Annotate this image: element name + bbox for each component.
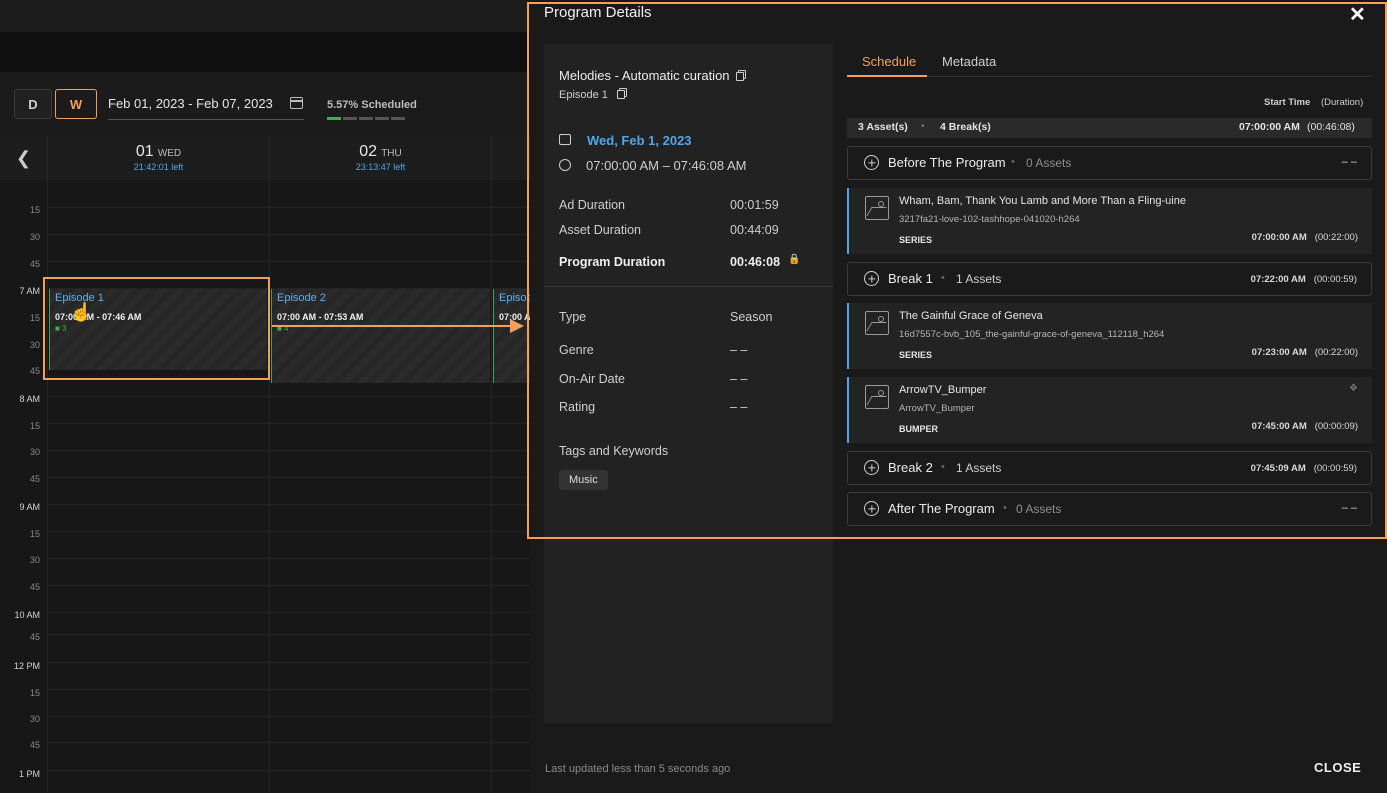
time-label: 9 AM — [19, 502, 40, 512]
annotation-arrow — [272, 325, 512, 327]
close-button[interactable]: CLOSE — [1314, 760, 1361, 775]
time-label: 10 AM — [14, 610, 40, 620]
view-week-button[interactable]: W — [55, 89, 97, 119]
view-day-button[interactable]: D — [14, 89, 52, 119]
highlight-box — [527, 2, 1387, 539]
day-header-fri — [492, 136, 530, 180]
time-label: 15 — [29, 688, 40, 698]
progress-segment — [375, 117, 389, 120]
date-range-underline — [108, 119, 304, 120]
time-label: 30 — [29, 555, 40, 565]
scheduled-percent: 5.57% Scheduled — [327, 99, 417, 111]
grid-line — [48, 742, 530, 743]
day-header-wed: 01 WED 21:42:01 left — [48, 136, 270, 180]
grid-line — [48, 662, 530, 663]
grid-line — [48, 423, 530, 424]
time-label: 8 AM — [19, 394, 40, 404]
grid-line — [48, 450, 530, 451]
grid-line — [48, 261, 530, 262]
chevron-left-icon[interactable]: ❮ — [0, 136, 48, 180]
day-time-left: 21:42:01 left — [133, 162, 184, 172]
day-number: 01 — [135, 143, 154, 160]
episode-block[interactable]: Episod 07:00 A — [493, 289, 530, 383]
time-label: 45 — [29, 474, 40, 484]
episode-block[interactable]: Episode 2 07:00 AM - 07:53 AM ■ 4 — [271, 289, 490, 383]
hand-cursor-icon: ☝ — [70, 302, 93, 322]
grid-line — [48, 477, 530, 478]
time-label: 15 — [29, 205, 40, 215]
grid-line — [48, 558, 530, 559]
time-label: 1 PM — [18, 769, 40, 779]
day-of-week: WED — [157, 148, 182, 159]
date-range-input[interactable]: Feb 01, 2023 - Feb 07, 2023 — [108, 96, 273, 111]
grid-line — [48, 612, 530, 613]
time-label: 45 — [29, 366, 40, 376]
grid-line — [48, 770, 530, 771]
day-number: 02 — [359, 143, 378, 160]
time-label: 45 — [29, 740, 40, 750]
time-label: 45 — [29, 632, 40, 642]
grid-line — [48, 234, 530, 235]
calendar-grid — [48, 180, 530, 793]
day-header-thu: 02 THU 23:13:47 left — [270, 136, 492, 180]
column-divider — [269, 180, 270, 793]
time-label: 12 PM — [13, 661, 40, 671]
time-label: 30 — [29, 340, 40, 350]
time-label: 7 AM — [19, 286, 40, 296]
time-label: 45 — [29, 259, 40, 269]
grid-line — [48, 585, 530, 586]
top-bar — [0, 0, 530, 32]
grid-line — [48, 689, 530, 690]
day-of-week: THU — [381, 148, 402, 159]
grid-line — [48, 396, 530, 397]
day-time-left: 23:13:47 left — [355, 162, 406, 172]
arrow-head-icon — [510, 319, 524, 333]
calendar-icon[interactable] — [290, 97, 303, 109]
progress-segment — [327, 117, 341, 120]
app-root: D W Feb 01, 2023 - Feb 07, 2023 5.57% Sc… — [0, 0, 1387, 793]
episode-time: 07:00 AM - 07:53 AM — [277, 312, 364, 322]
episode-title: Episode 2 — [277, 292, 326, 304]
last-updated-text: Last updated less than 5 seconds ago — [545, 763, 731, 775]
time-label: 45 — [29, 582, 40, 592]
time-label: 30 — [29, 447, 40, 457]
time-label: 30 — [29, 232, 40, 242]
episode-title: Episod — [499, 292, 530, 304]
progress-segment — [343, 117, 357, 120]
progress-segment — [391, 117, 405, 120]
time-label: 30 — [29, 714, 40, 724]
time-label: 15 — [29, 421, 40, 431]
grid-line — [48, 634, 530, 635]
grid-line — [48, 531, 530, 532]
progress-segment — [359, 117, 373, 120]
grid-line — [48, 716, 530, 717]
scheduled-progress — [327, 117, 405, 120]
grid-line — [48, 504, 530, 505]
time-column — [0, 180, 48, 793]
column-divider — [491, 180, 492, 793]
time-label: 15 — [29, 529, 40, 539]
sub-bar — [0, 32, 530, 72]
grid-line — [48, 207, 530, 208]
time-label: 15 — [29, 313, 40, 323]
highlight-box — [43, 277, 270, 380]
